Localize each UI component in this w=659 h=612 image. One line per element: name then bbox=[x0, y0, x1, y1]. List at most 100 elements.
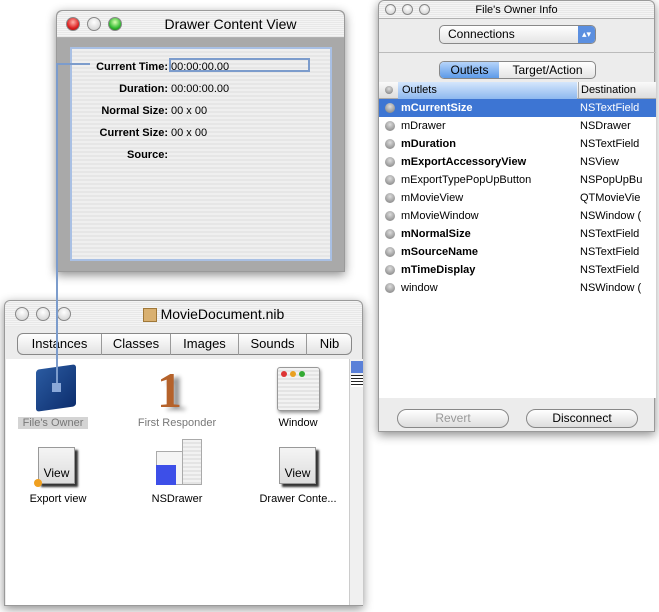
scrollbar[interactable] bbox=[349, 359, 363, 605]
item-label: File's Owner bbox=[18, 417, 88, 429]
column-header-outlets[interactable]: Outlets bbox=[398, 82, 577, 99]
close-button[interactable] bbox=[385, 4, 396, 15]
outlet-name: mNormalSize bbox=[401, 228, 471, 240]
icon-view-toggle-icon[interactable] bbox=[351, 361, 363, 373]
zoom-button[interactable] bbox=[108, 17, 122, 31]
view-icon: View bbox=[38, 447, 75, 484]
outlet-destination: QTMovieVie bbox=[580, 192, 641, 204]
normal-size-label: Normal Size: bbox=[101, 105, 168, 117]
outlet-destination: NSWindow ( bbox=[580, 210, 642, 222]
warning-badge-icon bbox=[34, 479, 42, 487]
minimize-button[interactable] bbox=[402, 4, 413, 15]
table-row[interactable]: mMovieWindow NSWindow ( bbox=[379, 207, 656, 225]
connection-dot-icon bbox=[385, 139, 395, 149]
outlet-destination: NSTextField bbox=[580, 102, 640, 114]
instances-pane: File's Owner 1 First Responder Window Vi… bbox=[6, 359, 349, 605]
window-title: MovieDocument.nib bbox=[160, 306, 285, 322]
column-header-destination[interactable]: Destination bbox=[578, 82, 636, 99]
current-size-value: 00 x 00 bbox=[171, 127, 208, 139]
connection-line bbox=[56, 63, 58, 389]
connection-dot-icon bbox=[385, 283, 395, 293]
item-label: Drawer Conte... bbox=[259, 493, 337, 505]
window-icon bbox=[277, 367, 320, 411]
connection-dot-icon bbox=[385, 121, 395, 131]
content-view[interactable]: Current Time: Duration: Normal Size: Cur… bbox=[70, 47, 332, 261]
connection-dot-icon bbox=[385, 193, 395, 203]
outlet-name: mExportAccessoryView bbox=[401, 156, 527, 168]
nib-titlebar[interactable]: MovieDocument.nib bbox=[5, 301, 362, 327]
connection-dot-icon bbox=[385, 229, 395, 239]
table-row[interactable]: mNormalSize NSTextField bbox=[379, 225, 656, 243]
disconnect-button[interactable]: Disconnect bbox=[526, 409, 638, 428]
tab-sounds[interactable]: Sounds bbox=[239, 334, 307, 355]
popup-value: Connections bbox=[448, 27, 515, 41]
table-header: Outlets Destination bbox=[379, 82, 656, 99]
drawer-icon bbox=[156, 439, 202, 487]
drawer-titlebar[interactable]: Drawer Content View bbox=[57, 11, 344, 38]
connection-endpoint bbox=[52, 383, 61, 392]
normal-size-value: 00 x 00 bbox=[171, 105, 208, 117]
connection-dot-icon bbox=[385, 103, 395, 113]
info-titlebar[interactable]: File's Owner Info bbox=[379, 1, 654, 19]
minimize-button[interactable] bbox=[87, 17, 101, 31]
tab-target-action[interactable]: Target/Action bbox=[499, 62, 596, 78]
outlet-name: mMovieWindow bbox=[401, 210, 479, 222]
source-label: Source: bbox=[127, 149, 168, 161]
item-label: Window bbox=[278, 417, 318, 429]
minimize-button[interactable] bbox=[36, 307, 50, 321]
table-row[interactable]: mCurrentSize NSTextField bbox=[379, 99, 656, 117]
window-title: File's Owner Info bbox=[475, 4, 558, 16]
inspector-popup[interactable]: Connections ▴▾ bbox=[439, 25, 596, 44]
drawer-content-window: Drawer Content View Current Time: Durati… bbox=[56, 10, 345, 272]
table-row[interactable]: mDuration NSTextField bbox=[379, 135, 656, 153]
close-button[interactable] bbox=[66, 17, 80, 31]
tab-instances[interactable]: Instances bbox=[18, 334, 102, 355]
outlet-name: mDrawer bbox=[401, 120, 446, 132]
table-row[interactable]: mExportAccessoryView NSView bbox=[379, 153, 656, 171]
table-row[interactable]: window NSWindow ( bbox=[379, 279, 656, 297]
outlets-table: Outlets Destination mCurrentSize NSTextFi… bbox=[379, 82, 656, 398]
outlet-destination: NSPopUpBu bbox=[580, 174, 643, 186]
connection-line bbox=[56, 63, 90, 65]
outlet-destination: NSDrawer bbox=[580, 120, 631, 132]
duration-label: Duration: bbox=[119, 83, 168, 95]
connection-tabs: Outlets Target/Action bbox=[439, 61, 596, 79]
outlet-name: mTimeDisplay bbox=[401, 264, 476, 276]
window-title: Drawer Content View bbox=[164, 16, 297, 32]
current-size-label: Current Size: bbox=[99, 127, 168, 139]
table-row[interactable]: mTimeDisplay NSTextField bbox=[379, 261, 656, 279]
view-icon: View bbox=[279, 447, 316, 484]
outlet-destination: NSView bbox=[580, 156, 619, 168]
outlet-destination: NSTextField bbox=[580, 264, 640, 276]
tab-bar: Instances Classes Images Sounds Nib bbox=[17, 333, 352, 355]
connection-dot-icon bbox=[385, 157, 395, 167]
zoom-button[interactable] bbox=[419, 4, 430, 15]
outlet-name: mSourceName bbox=[401, 246, 479, 258]
info-window: File's Owner Info Connections ▴▾ Outlets… bbox=[378, 0, 656, 432]
table-row[interactable]: mExportTypePopUpButton NSPopUpBu bbox=[379, 171, 656, 189]
connection-dot-icon bbox=[385, 265, 395, 275]
nib-file-icon bbox=[142, 308, 157, 323]
list-view-toggle-icon[interactable] bbox=[351, 375, 363, 387]
tab-outlets[interactable]: Outlets bbox=[440, 62, 499, 78]
connection-dot-icon bbox=[385, 247, 395, 257]
outlet-destination: NSTextField bbox=[580, 228, 640, 240]
zoom-button[interactable] bbox=[57, 307, 71, 321]
item-label: Export view bbox=[29, 493, 87, 505]
connection-dot-icon bbox=[385, 211, 395, 221]
current-time-value: 00:00:00.00 bbox=[171, 61, 230, 73]
tab-nib[interactable]: Nib bbox=[307, 334, 352, 355]
outlet-destination: NSTextField bbox=[580, 246, 640, 258]
tab-images[interactable]: Images bbox=[171, 334, 239, 355]
outlet-name: mExportTypePopUpButton bbox=[401, 174, 532, 186]
item-label: NSDrawer bbox=[151, 493, 203, 505]
close-button[interactable] bbox=[15, 307, 29, 321]
outlet-name: mCurrentSize bbox=[401, 102, 473, 114]
table-row[interactable]: mDrawer NSDrawer bbox=[379, 117, 656, 135]
table-row[interactable]: mMovieView QTMovieVie bbox=[379, 189, 656, 207]
outlet-name: window bbox=[401, 282, 438, 294]
revert-button[interactable]: Revert bbox=[397, 409, 509, 428]
table-row[interactable]: mSourceName NSTextField bbox=[379, 243, 656, 261]
tab-classes[interactable]: Classes bbox=[102, 334, 171, 355]
item-label: First Responder bbox=[137, 417, 217, 429]
